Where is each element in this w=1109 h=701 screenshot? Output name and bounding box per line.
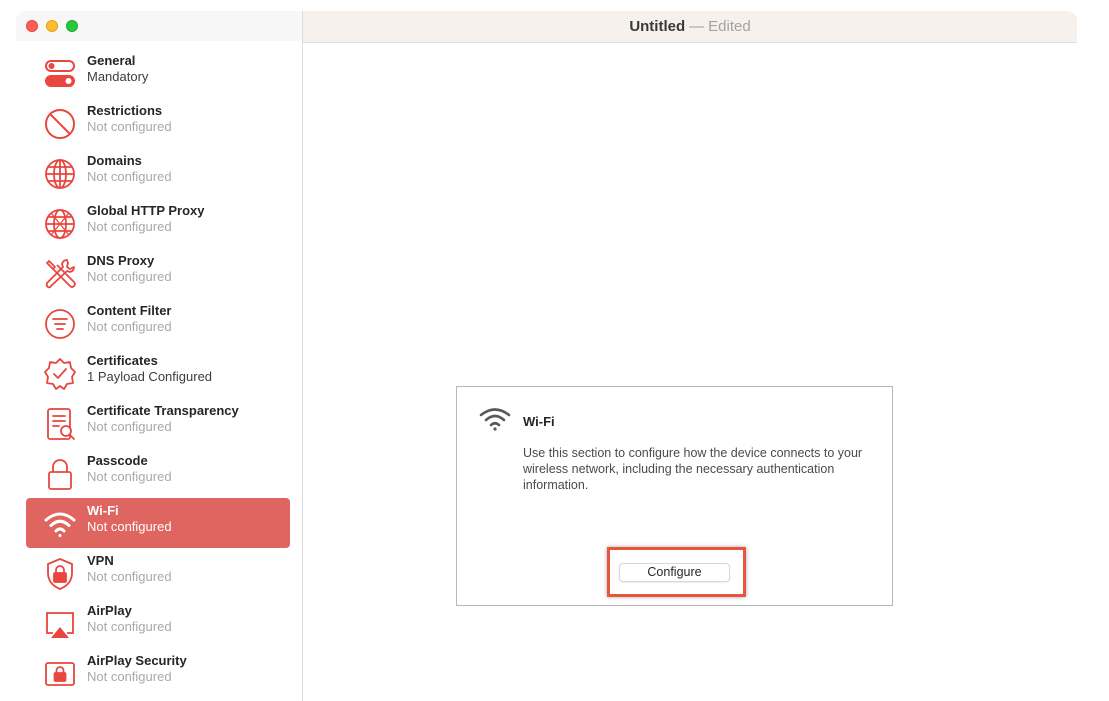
sidebar-item-label: Passcode — [87, 453, 148, 468]
document-status: Edited — [708, 18, 751, 35]
tools-icon — [43, 257, 77, 291]
certificate-badge-icon — [43, 357, 77, 391]
sidebar-item-status: Not configured — [87, 169, 172, 184]
title-separator: — — [689, 18, 705, 35]
sidebar-item-vpn[interactable]: VPN Not configured — [26, 548, 290, 598]
toggle-icon — [43, 57, 77, 91]
sidebar-item-status: 1 Payload Configured — [87, 369, 213, 384]
sidebar-item-label: Restrictions — [87, 103, 163, 118]
sidebar-item-status: Not configured — [87, 569, 172, 584]
sidebar-item-domains[interactable]: Domains Not configured — [26, 148, 290, 198]
sidebar-item-status: Not configured — [87, 519, 172, 534]
sidebar-item-status: Not configured — [87, 269, 172, 284]
shield-lock-icon — [43, 557, 77, 591]
minimize-window-button[interactable] — [46, 20, 58, 32]
sidebar-item-certificates[interactable]: Certificates 1 Payload Configured — [26, 348, 290, 398]
globe-icon — [43, 157, 77, 191]
sidebar: General Mandatory Restrictions Not confi… — [16, 11, 303, 701]
sidebar-item-restrictions[interactable]: Restrictions Not configured — [26, 98, 290, 148]
sidebar-item-label: Content Filter — [87, 303, 172, 318]
sidebar-item-airplay[interactable]: AirPlay Not configured — [26, 598, 290, 648]
globe-network-icon — [43, 207, 77, 241]
sidebar-item-airplay-security[interactable]: AirPlay Security Not configured — [26, 648, 290, 698]
sidebar-item-label: General — [87, 53, 136, 68]
sidebar-item-status: Not configured — [87, 119, 172, 134]
sidebar-item-label: Certificates — [87, 353, 158, 368]
sidebar-item-status: Not configured — [87, 319, 172, 334]
document-search-icon — [43, 407, 77, 441]
sidebar-item-wifi[interactable]: Wi-Fi Not configured — [26, 498, 290, 548]
sidebar-titlebar — [16, 11, 302, 41]
wifi-icon — [478, 405, 512, 433]
sidebar-item-general[interactable]: General Mandatory — [26, 48, 290, 98]
sidebar-item-label: Domains — [87, 153, 142, 168]
window-titlebar: Untitled — Edited — [303, 11, 1077, 43]
panel-description: Use this section to configure how the de… — [523, 446, 863, 492]
sidebar-item-label: VPN — [87, 553, 114, 568]
wifi-icon — [43, 507, 77, 541]
sidebar-item-label: Global HTTP Proxy — [87, 203, 205, 218]
sidebar-item-label: Certificate Transparency — [87, 403, 239, 418]
lock-icon — [43, 457, 77, 491]
configure-button[interactable]: Configure — [619, 563, 730, 582]
configure-highlight-box: Configure — [607, 547, 746, 597]
sidebar-item-label: AirPlay Security — [87, 653, 187, 668]
wifi-info-panel: Wi-Fi Use this section to configure how … — [456, 386, 893, 606]
panel-title: Wi-Fi — [523, 414, 555, 429]
sidebar-item-status: Mandatory — [87, 69, 149, 84]
prohibited-icon — [43, 107, 77, 141]
sidebar-item-label: Wi-Fi — [87, 503, 119, 518]
filter-icon — [43, 307, 77, 341]
close-window-button[interactable] — [26, 20, 38, 32]
sidebar-item-certificate-transparency[interactable]: Certificate Transparency Not configured — [26, 398, 290, 448]
sidebar-item-content-filter[interactable]: Content Filter Not configured — [26, 298, 290, 348]
sidebar-item-label: DNS Proxy — [87, 253, 155, 268]
sidebar-item-dns-proxy[interactable]: DNS Proxy Not configured — [26, 248, 290, 298]
sidebar-item-status: Not configured — [87, 619, 172, 634]
airplay-lock-icon — [43, 657, 77, 691]
sidebar-item-label: AirPlay — [87, 603, 132, 618]
sidebar-item-passcode[interactable]: Passcode Not configured — [26, 448, 290, 498]
sidebar-item-global-http-proxy[interactable]: Global HTTP Proxy Not configured — [26, 198, 290, 248]
sidebar-item-status: Not configured — [87, 419, 172, 434]
zoom-window-button[interactable] — [66, 20, 78, 32]
document-title: Untitled — [629, 18, 686, 35]
sidebar-item-status: Not configured — [87, 469, 172, 484]
sidebar-item-status: Not configured — [87, 219, 172, 234]
sidebar-item-status: Not configured — [87, 669, 172, 684]
airplay-icon — [43, 607, 77, 641]
